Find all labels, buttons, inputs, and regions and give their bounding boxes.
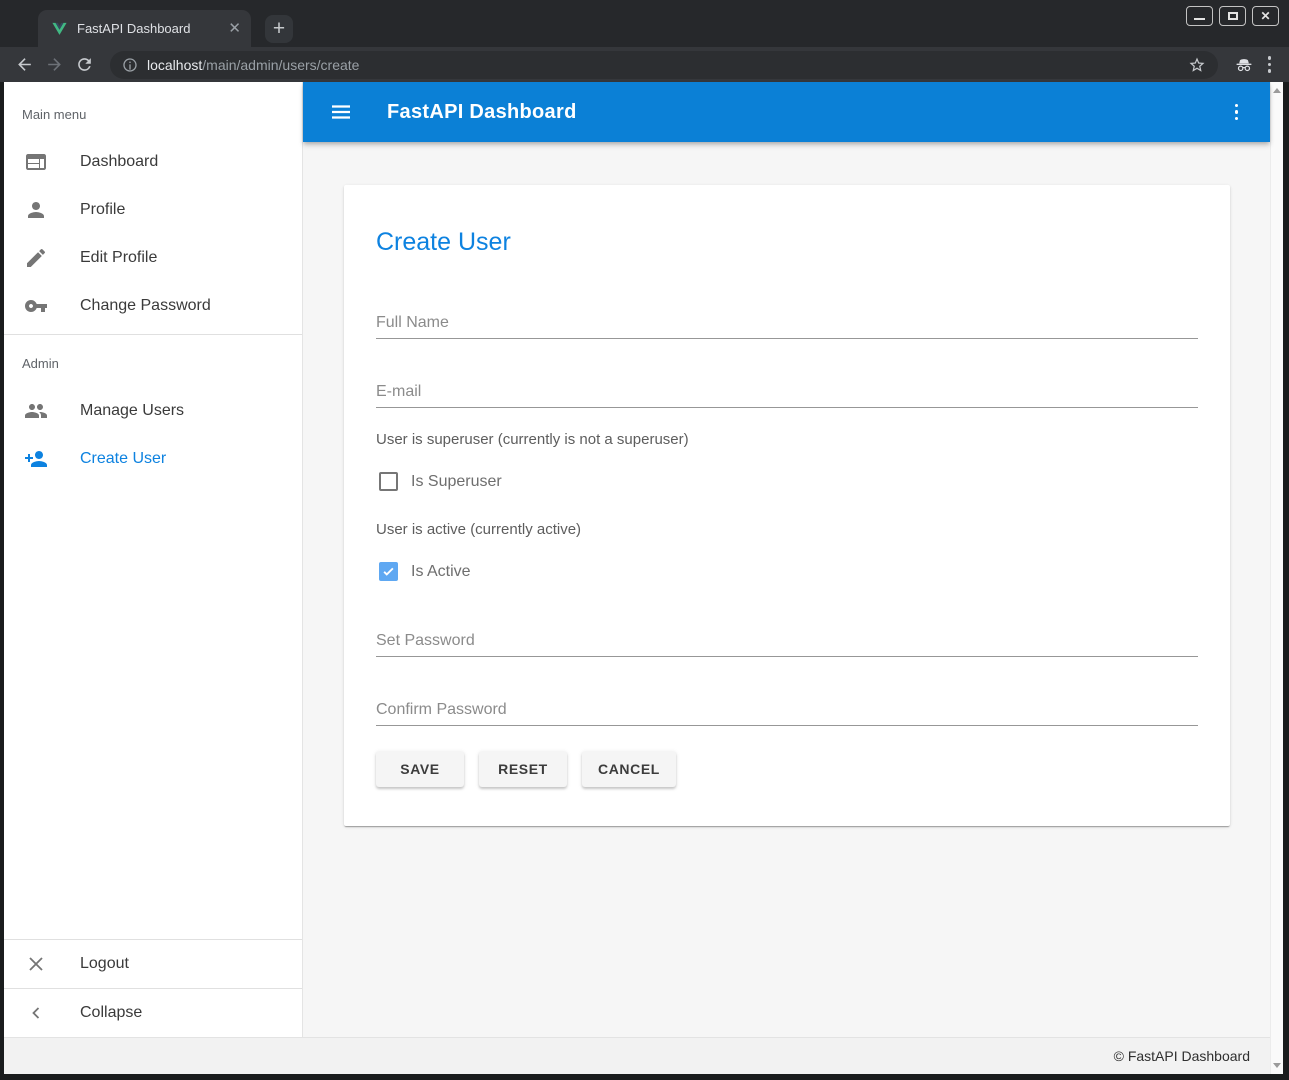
cancel-button[interactable]: CANCEL: [582, 751, 676, 787]
footer: © FastAPI Dashboard: [4, 1037, 1270, 1074]
people-icon: [24, 399, 48, 423]
sidebar-item-logout[interactable]: Logout: [4, 940, 302, 988]
hamburger-menu-icon[interactable]: [329, 100, 353, 124]
window-maximize-button[interactable]: [1219, 6, 1246, 26]
pencil-icon: [24, 246, 48, 270]
sidebar-item-label: Logout: [80, 955, 129, 973]
set-password-field-wrapper: [376, 631, 1198, 657]
forward-button[interactable]: [42, 53, 66, 77]
sidebar-item-edit-profile[interactable]: Edit Profile: [4, 234, 302, 282]
sidebar-item-change-password[interactable]: Change Password: [4, 282, 302, 330]
sidebar-item-label: Dashboard: [80, 153, 158, 171]
email-field-wrapper: [376, 382, 1198, 408]
confirm-password-input[interactable]: [376, 700, 1198, 719]
window-minimize-button[interactable]: [1186, 6, 1213, 26]
sidebar-item-create-user[interactable]: Create User: [4, 435, 302, 483]
full-name-field-wrapper: [376, 313, 1198, 339]
address-bar[interactable]: localhost/main/admin/users/create: [110, 51, 1218, 79]
sidebar-bottom: Logout Collapse: [4, 939, 302, 1037]
site-info-icon[interactable]: [122, 57, 138, 73]
main-area: FastAPI Dashboard Create User: [303, 82, 1270, 1037]
sidebar-item-label: Edit Profile: [80, 249, 157, 267]
sidebar-item-dashboard[interactable]: Dashboard: [4, 138, 302, 186]
sidebar-item-label: Collapse: [80, 1004, 142, 1022]
incognito-icon: [1232, 53, 1256, 77]
confirm-password-field-wrapper: [376, 700, 1198, 726]
active-hint: User is active (currently active): [376, 521, 1198, 538]
sidebar-divider: [4, 334, 302, 335]
new-tab-button[interactable]: +: [265, 15, 293, 43]
browser-toolbar: localhost/main/admin/users/create: [0, 47, 1289, 82]
url-text: localhost/main/admin/users/create: [147, 57, 359, 73]
tab-close-icon[interactable]: ✕: [228, 21, 241, 36]
superuser-checkbox-label: Is Superuser: [411, 473, 502, 491]
sidebar-item-label: Profile: [80, 201, 125, 219]
superuser-checkbox-row[interactable]: Is Superuser: [376, 472, 1198, 491]
page-title: Create User: [376, 227, 1198, 258]
scrollbar-down-arrow[interactable]: [1273, 1063, 1281, 1068]
save-button[interactable]: SAVE: [376, 751, 464, 787]
close-icon: [24, 952, 48, 976]
page-scrollbar[interactable]: [1270, 82, 1283, 1074]
sidebar: Main menu Dashboard Profile: [4, 82, 303, 1037]
superuser-checkbox[interactable]: [379, 472, 398, 491]
active-checkbox[interactable]: [379, 562, 398, 581]
set-password-input[interactable]: [376, 631, 1198, 650]
person-icon: [24, 198, 48, 222]
content-area: Create User User is superuser (currently…: [303, 142, 1270, 1037]
create-user-card: Create User User is superuser (currently…: [344, 185, 1230, 826]
browser-menu-icon[interactable]: [1262, 56, 1278, 73]
window-controls: ✕: [1186, 6, 1279, 26]
browser-window: FastAPI Dashboard ✕ + ✕ localhost/main/a…: [0, 0, 1289, 1080]
tab-title: FastAPI Dashboard: [77, 21, 219, 36]
copyright-text: © FastAPI Dashboard: [1114, 1048, 1250, 1064]
full-name-input[interactable]: [376, 313, 1198, 332]
back-button[interactable]: [12, 53, 36, 77]
sidebar-section-main-menu: Main menu: [4, 90, 302, 138]
reload-button[interactable]: [72, 53, 96, 77]
browser-tab[interactable]: FastAPI Dashboard ✕: [38, 10, 251, 47]
web-icon: [24, 150, 48, 174]
chevron-left-icon: [24, 1001, 48, 1025]
bookmark-star-icon[interactable]: [1188, 56, 1206, 74]
sidebar-item-profile[interactable]: Profile: [4, 186, 302, 234]
app-bar: FastAPI Dashboard: [303, 82, 1270, 142]
app-bar-menu-icon[interactable]: [1229, 104, 1245, 121]
superuser-hint: User is superuser (currently is not a su…: [376, 431, 1198, 448]
key-icon: [24, 294, 48, 318]
active-checkbox-label: Is Active: [411, 563, 471, 581]
window-close-button[interactable]: ✕: [1252, 6, 1279, 26]
person-add-icon: [24, 447, 48, 471]
active-checkbox-row[interactable]: Is Active: [376, 562, 1198, 581]
page: Main menu Dashboard Profile: [4, 82, 1283, 1074]
sidebar-item-collapse[interactable]: Collapse: [4, 989, 302, 1037]
sidebar-item-manage-users[interactable]: Manage Users: [4, 387, 302, 435]
sidebar-item-label: Manage Users: [80, 402, 184, 420]
app-bar-title: FastAPI Dashboard: [387, 101, 577, 124]
reset-button[interactable]: RESET: [479, 751, 567, 787]
scrollbar-up-arrow[interactable]: [1273, 88, 1281, 93]
sidebar-section-admin: Admin: [4, 339, 302, 387]
vue-logo-icon: [51, 20, 68, 37]
email-input[interactable]: [376, 382, 1198, 401]
browser-tabstrip: FastAPI Dashboard ✕ + ✕: [0, 0, 1289, 47]
sidebar-item-label: Change Password: [80, 297, 211, 315]
sidebar-item-label: Create User: [80, 450, 166, 468]
form-actions: SAVE RESET CANCEL: [376, 751, 1198, 787]
